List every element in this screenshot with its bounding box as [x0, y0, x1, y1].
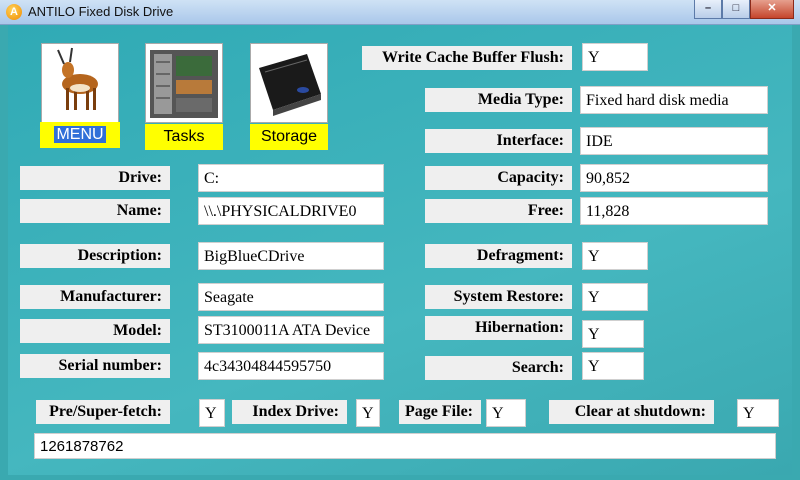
menu-button[interactable]: MENU [40, 43, 120, 148]
model-value: ST3100011A ATA Device [198, 316, 384, 344]
clear-shutdown-value: Y [737, 399, 779, 427]
defragment-label: Defragment: [425, 244, 572, 268]
manufacturer-value: Seagate [198, 283, 384, 311]
hard-drive-icon [251, 44, 327, 122]
title-bar: A ANTILO Fixed Disk Drive – □ ✕ [0, 0, 800, 25]
capacity-value: 90,852 [580, 164, 768, 192]
interface-label: Interface: [425, 129, 572, 153]
free-value: 11,828 [580, 197, 768, 225]
storage-button[interactable]: Storage [250, 43, 328, 150]
write-cache-value: Y [582, 43, 648, 71]
storage-label: Storage [250, 124, 328, 150]
client-area: MENU Tasks Storage Write Cache Buffer Fl… [8, 25, 792, 475]
name-value: \\.\PHYSICALDRIVE0 [198, 197, 384, 225]
maximize-button[interactable]: □ [722, 0, 750, 19]
tasks-button[interactable]: Tasks [145, 43, 223, 150]
drive-label: Drive: [20, 166, 170, 190]
search-label: Search: [425, 356, 572, 380]
name-label: Name: [20, 199, 170, 223]
description-value: BigBlueCDrive [198, 242, 384, 270]
defragment-value: Y [582, 242, 648, 270]
close-button[interactable]: ✕ [750, 0, 794, 19]
menu-label: MENU [54, 126, 106, 143]
tasks-label: Tasks [145, 124, 223, 150]
hibernation-label: Hibernation: [425, 316, 572, 340]
clear-shutdown-label: Clear at shutdown: [549, 400, 714, 424]
free-label: Free: [425, 199, 572, 223]
media-type-label: Media Type: [425, 88, 572, 112]
hibernation-value: Y [582, 320, 644, 348]
minimize-button[interactable]: – [694, 0, 722, 19]
model-label: Model: [20, 319, 170, 343]
write-cache-label: Write Cache Buffer Flush: [362, 46, 572, 70]
window-title: ANTILO Fixed Disk Drive [28, 4, 174, 19]
manufacturer-label: Manufacturer: [20, 285, 170, 309]
page-file-value: Y [486, 399, 526, 427]
app-icon: A [6, 4, 22, 20]
page-file-label: Page File: [399, 400, 481, 424]
prefetch-label: Pre/Super-fetch: [36, 400, 170, 424]
serial-value: 4c34304844595750 [198, 352, 384, 380]
interface-value: IDE [580, 127, 768, 155]
window-controls: – □ ✕ [694, 0, 794, 20]
menu-label-box: MENU [40, 122, 120, 148]
description-label: Description: [20, 244, 170, 268]
antelope-icon [42, 44, 118, 122]
media-type-value: Fixed hard disk media [580, 86, 768, 114]
server-blade-icon [146, 44, 222, 122]
status-field: 1261878762 [34, 433, 776, 459]
serial-label: Serial number: [20, 354, 170, 378]
maximize-icon: □ [732, 2, 740, 14]
search-value: Y [582, 352, 644, 380]
close-icon: ✕ [767, 2, 777, 14]
system-restore-value: Y [582, 283, 648, 311]
drive-value: C: [198, 164, 384, 192]
capacity-label: Capacity: [425, 166, 572, 190]
index-drive-label: Index Drive: [232, 400, 347, 424]
index-drive-value: Y [356, 399, 380, 427]
system-restore-label: System Restore: [425, 285, 572, 309]
prefetch-value: Y [199, 399, 225, 427]
minimize-icon: – [704, 2, 712, 14]
